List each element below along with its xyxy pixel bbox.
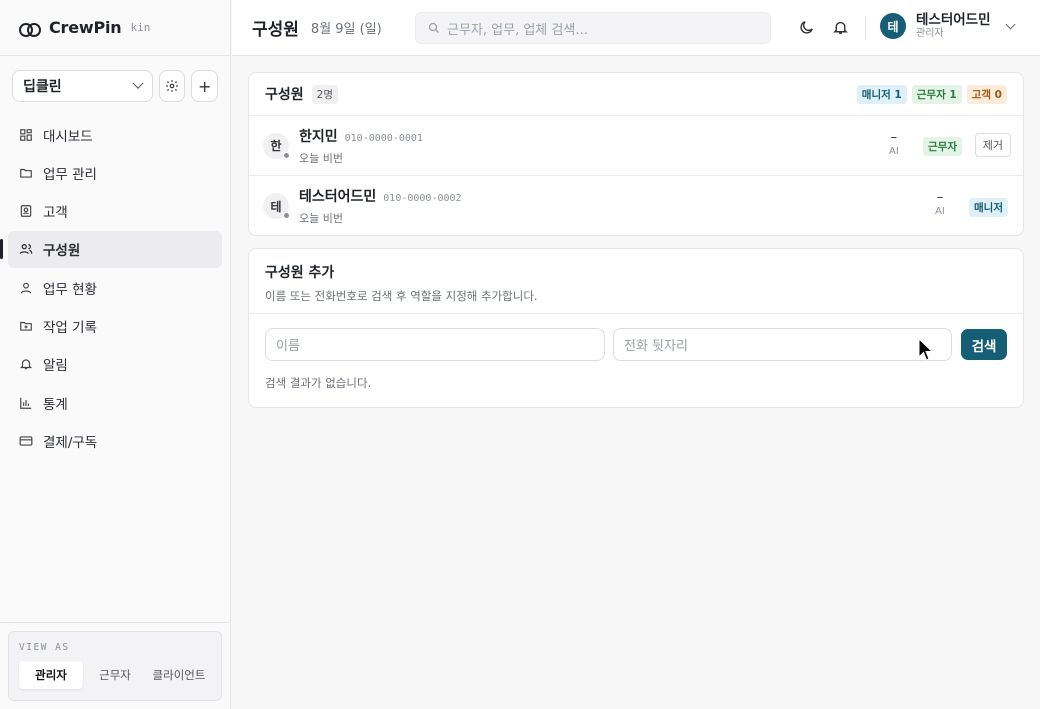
sidebar-nav: 대시보드 업무 관리 고객 구성원 업무 현황 작업 기록 알림 통계 결제/구… xyxy=(0,116,230,459)
list-item[interactable]: 한 한지민 010-0000-0001 오늘 비번 – AI 근무자 제거 xyxy=(249,116,1023,176)
ai-indicator: – AI xyxy=(935,190,945,218)
chevron-down-icon xyxy=(1005,19,1015,29)
folder-plus-icon xyxy=(19,319,33,333)
empty-result-text: 검색 결과가 없습니다. xyxy=(265,376,372,390)
ai-label: AI xyxy=(935,205,945,217)
sidebar-item-label: 통계 xyxy=(43,396,68,413)
members-card: 구성원 2명 매니저 1 근무자 1 고객 0 한 한지민 010-0000-0… xyxy=(248,72,1024,236)
ai-dash: – xyxy=(890,130,898,145)
view-as-client[interactable]: 클라이언트 xyxy=(147,661,211,689)
search-placeholder: 근무자, 업무, 업체 검색… xyxy=(447,22,589,38)
person-icon xyxy=(19,281,33,295)
gear-icon xyxy=(166,80,178,92)
logo-icon xyxy=(19,22,41,37)
chevron-down-icon xyxy=(131,77,144,89)
user-menu[interactable]: 테 테스터어드민 관리자 xyxy=(880,12,1015,39)
search-button[interactable]: 검색 xyxy=(961,329,1007,360)
contact-icon xyxy=(19,204,33,218)
brand-sub: kin xyxy=(130,21,151,34)
add-member-title: 구성원 추가 xyxy=(265,265,335,281)
sidebar-item-members[interactable]: 구성원 xyxy=(0,230,222,268)
member-name: 테스터어드민 xyxy=(299,189,377,205)
client-count-badge: 고객 0 xyxy=(966,84,1007,104)
phone-input[interactable]: 전화 뒷자리 xyxy=(613,328,952,361)
sidebar-item-label: 구성원 xyxy=(43,243,81,260)
name-input[interactable]: 이름 xyxy=(265,328,605,361)
global-search-input[interactable]: 근무자, 업무, 업체 검색… xyxy=(415,12,771,44)
topbar: 구성원 8월 9일 (일) 근무자, 업무, 업체 검색… 테 테스터어드민 관… xyxy=(232,0,1040,56)
sidebar-item-label: 알림 xyxy=(43,358,68,375)
sidebar-item-dashboard[interactable]: 대시보드 xyxy=(8,116,222,153)
status-dot xyxy=(283,151,290,159)
sidebar-item-status[interactable]: 업무 현황 xyxy=(8,269,222,306)
ai-indicator: – AI xyxy=(889,130,899,158)
member-shift: 오늘 비번 xyxy=(299,151,343,165)
divider xyxy=(865,16,866,40)
sidebar-item-tasks[interactable]: 업무 관리 xyxy=(8,154,222,191)
moon-icon[interactable] xyxy=(798,19,815,36)
brand-name: CrewPin xyxy=(49,18,122,37)
list-item[interactable]: 테 테스터어드민 010-0000-0002 오늘 비번 – AI 매니저 xyxy=(249,176,1023,236)
sidebar-item-clients[interactable]: 고객 xyxy=(8,193,222,230)
sidebar: CrewPin kin 딥클린 + 대시보드 업무 관리 고객 구성원 업무 현… xyxy=(0,0,231,709)
grid-icon xyxy=(19,128,33,142)
role-badge[interactable]: 근무자 xyxy=(923,137,962,156)
ai-label: AI xyxy=(889,145,899,157)
ai-dash: – xyxy=(936,190,944,205)
members-title: 구성원 xyxy=(265,87,304,103)
user-name: 테스터어드민 xyxy=(916,12,991,29)
sidebar-item-work-log[interactable]: 작업 기록 xyxy=(8,307,222,344)
org-select[interactable]: 딥클린 xyxy=(12,70,153,102)
bell-icon xyxy=(19,357,33,371)
org-settings-button[interactable] xyxy=(158,70,186,102)
members-count: 2명 xyxy=(311,84,338,104)
sidebar-item-stats[interactable]: 통계 xyxy=(8,384,222,421)
avatar-initial: 한 xyxy=(270,139,282,153)
add-org-button[interactable]: + xyxy=(191,70,218,102)
org-select-value: 딥클린 xyxy=(23,79,62,95)
avatar: 한 xyxy=(263,132,290,159)
add-member-desc: 이름 또는 전화번호로 검색 후 역할을 지정해 추가합니다. xyxy=(265,289,538,303)
add-member-card: 구성원 추가 이름 또는 전화번호로 검색 후 역할을 지정해 추가합니다. 이… xyxy=(248,248,1024,408)
sidebar-item-label: 업무 관리 xyxy=(43,166,97,183)
sidebar-item-label: 대시보드 xyxy=(43,128,93,145)
avatar: 테 xyxy=(263,193,290,219)
view-as-title: VIEW AS xyxy=(19,642,70,653)
member-phone: 010-0000-0002 xyxy=(383,193,462,204)
member-shift: 오늘 비번 xyxy=(299,212,343,225)
role-badge[interactable]: 매니저 xyxy=(969,198,1008,217)
status-dot xyxy=(283,212,290,219)
card-icon xyxy=(19,434,33,448)
sidebar-item-label: 고객 xyxy=(43,205,68,222)
page-date: 8월 9일 (일) xyxy=(310,22,382,37)
member-name: 한지민 xyxy=(299,128,338,145)
page-title: 구성원 xyxy=(252,20,299,40)
member-phone: 010-0000-0001 xyxy=(344,132,423,144)
remove-button[interactable]: 제거 xyxy=(974,133,1011,157)
sidebar-item-label: 업무 현황 xyxy=(43,281,97,298)
sidebar-item-alerts[interactable]: 알림 xyxy=(8,346,222,383)
folder-icon xyxy=(19,166,33,180)
users-icon xyxy=(19,242,33,256)
plus-icon: + xyxy=(197,76,212,96)
user-role: 관리자 xyxy=(916,27,944,39)
bell-icon[interactable] xyxy=(832,19,849,36)
manager-count-badge: 매니저 1 xyxy=(856,84,907,104)
worker-count-badge: 근무자 1 xyxy=(911,84,962,104)
view-as-admin[interactable]: 관리자 xyxy=(19,661,83,689)
avatar: 테 xyxy=(880,13,906,39)
brand[interactable]: CrewPin kin xyxy=(0,0,230,56)
view-as-panel: VIEW AS 관리자 근무자 클라이언트 xyxy=(0,622,230,709)
mouse-cursor-icon xyxy=(918,338,934,361)
sidebar-item-billing[interactable]: 결제/구독 xyxy=(8,422,222,459)
view-as-worker[interactable]: 근무자 xyxy=(83,661,147,689)
sidebar-item-label: 결제/구독 xyxy=(43,434,98,451)
avatar-initial: 테 xyxy=(270,199,282,214)
bar-chart-icon xyxy=(19,396,33,410)
view-as-switch: 관리자 근무자 클라이언트 xyxy=(19,661,211,689)
search-icon xyxy=(428,22,439,33)
sidebar-item-label: 작업 기록 xyxy=(43,319,97,336)
